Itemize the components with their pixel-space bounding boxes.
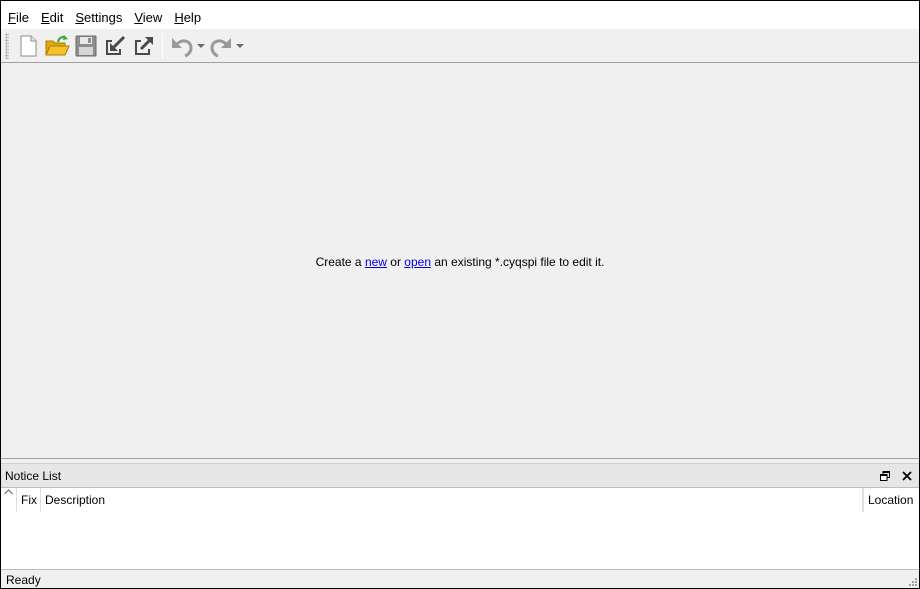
message-prefix: Create a xyxy=(315,255,365,269)
new-link[interactable]: new xyxy=(365,255,387,269)
redo-button[interactable] xyxy=(206,31,235,61)
menu-file[interactable]: File xyxy=(2,7,35,29)
close-dock-button[interactable] xyxy=(897,466,917,486)
notice-table-header: Fix Description Location xyxy=(1,488,919,512)
export-icon xyxy=(134,36,153,55)
undo-button[interactable] xyxy=(167,31,196,61)
toolbar-grip[interactable] xyxy=(5,32,9,59)
status-bar: Ready xyxy=(1,571,919,588)
status-message: Ready xyxy=(6,572,41,587)
notice-list-title: Notice List xyxy=(5,468,62,483)
restore-icon xyxy=(880,470,890,481)
column-header-description[interactable]: Description xyxy=(41,488,863,512)
float-dock-button[interactable] xyxy=(875,466,895,486)
open-folder-icon xyxy=(44,34,70,55)
menu-view[interactable]: View xyxy=(128,7,168,29)
menu-settings[interactable]: Settings xyxy=(69,7,128,29)
export-button[interactable] xyxy=(129,31,158,61)
save-button[interactable] xyxy=(71,31,100,61)
column-header-fix[interactable]: Fix xyxy=(17,488,41,512)
menu-bar: File Edit Settings View Help xyxy=(1,1,919,29)
import-icon xyxy=(105,35,125,55)
message-suffix: an existing *.cyqspi file to edit it. xyxy=(431,255,605,269)
chevron-down-icon xyxy=(197,43,205,48)
central-area: Create a new or open an existing *.cyqsp… xyxy=(1,64,919,459)
chevron-down-icon xyxy=(236,43,244,48)
import-button[interactable] xyxy=(100,31,129,61)
menu-help[interactable]: Help xyxy=(168,7,207,29)
notice-table[interactable]: Fix Description Location xyxy=(1,487,919,570)
sort-ascending-icon xyxy=(4,489,13,495)
main-window: File Edit Settings View Help Create a ne… xyxy=(0,0,920,589)
save-icon xyxy=(75,35,96,56)
column-header-location[interactable]: Location xyxy=(863,488,919,512)
toolbar-separator xyxy=(162,32,163,59)
new-file-button[interactable] xyxy=(13,31,42,61)
toolbar xyxy=(1,29,919,63)
undo-icon xyxy=(171,37,193,57)
open-link[interactable]: open xyxy=(404,255,431,269)
notice-list-titlebar[interactable]: Notice List xyxy=(1,463,919,487)
undo-dropdown[interactable] xyxy=(196,31,206,61)
redo-dropdown[interactable] xyxy=(235,31,245,61)
redo-icon xyxy=(209,37,231,57)
open-file-button[interactable] xyxy=(42,31,71,61)
message-middle: or xyxy=(386,255,405,269)
welcome-message: Create a new or open an existing *.cyqsp… xyxy=(316,255,605,269)
new-file-icon xyxy=(20,35,36,56)
size-grip-icon[interactable] xyxy=(906,575,918,587)
close-icon xyxy=(902,470,912,481)
menu-edit[interactable]: Edit xyxy=(35,7,69,29)
sort-column-header[interactable] xyxy=(1,488,17,512)
